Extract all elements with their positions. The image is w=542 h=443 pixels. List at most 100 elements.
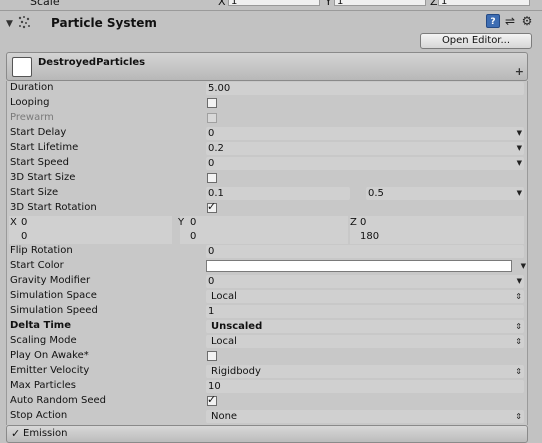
- gravity-modifier-row: Gravity Modifier 0 ▼: [10, 274, 526, 289]
- prewarm-row: Prewarm: [10, 111, 526, 126]
- emission-enabled-checkmark-icon[interactable]: ✓: [11, 427, 20, 440]
- start-color-swatch[interactable]: [206, 260, 512, 272]
- checkmark-icon: ✓: [207, 393, 217, 406]
- start-size-max-field[interactable]: 0.5 ▼: [366, 187, 524, 200]
- emission-title: Emission: [23, 428, 68, 439]
- start-lifetime-label: Start Lifetime: [10, 142, 79, 153]
- max-particles-field[interactable]: 10: [206, 380, 524, 393]
- chevron-down-icon[interactable]: ▼: [517, 157, 522, 170]
- rotation-y-field[interactable]: Y 0 0: [178, 216, 348, 244]
- chevron-down-icon[interactable]: ▼: [517, 187, 522, 200]
- scaling-mode-label: Scaling Mode: [10, 335, 77, 346]
- simulation-space-label: Simulation Space: [10, 290, 97, 301]
- particle-system-header: ▼ Particle System ? ⇌ ⚙ Open Editor...: [0, 10, 542, 50]
- chevron-down-icon[interactable]: ▼: [517, 275, 522, 288]
- emission-module-header[interactable]: ✓ Emission: [6, 425, 528, 443]
- scale-z-field[interactable]: 1: [438, 0, 530, 7]
- flip-rotation-field[interactable]: 0: [206, 245, 524, 258]
- open-editor-button[interactable]: Open Editor...: [420, 33, 532, 49]
- rotation-x-label: X: [10, 217, 17, 228]
- rotation-x-field[interactable]: X 0 0: [9, 216, 172, 244]
- start-size-row: Start Size 0.1 0.5 ▼: [10, 186, 526, 201]
- start-rotation-3d-row: 3D Start Rotation ✓: [10, 200, 526, 216]
- scale-x-label: X: [218, 0, 226, 8]
- emitter-velocity-dropdown[interactable]: Rigidbody ⇕: [206, 365, 524, 378]
- gravity-modifier-field[interactable]: 0 ▼: [206, 275, 524, 288]
- settings-sliders-icon[interactable]: ⇌: [503, 14, 517, 28]
- flip-rotation-label: Flip Rotation: [10, 245, 73, 256]
- prewarm-checkbox: [207, 113, 217, 123]
- scale-y-label: Y: [325, 0, 332, 8]
- delta-time-row: Delta Time Unscaled ⇕: [10, 319, 526, 334]
- prewarm-label: Prewarm: [10, 112, 54, 123]
- chevron-down-icon[interactable]: ▼: [517, 127, 522, 140]
- updown-arrows-icon: ⇕: [515, 412, 522, 421]
- module-preview-swatch: [12, 57, 32, 77]
- scaling-mode-row: Scaling Mode Local ⇕: [10, 334, 526, 349]
- chevron-down-icon[interactable]: ▼: [521, 260, 526, 273]
- chevron-down-icon[interactable]: ▼: [517, 142, 522, 155]
- scale-row: Scale X 1 Y 1 Z 1: [0, 0, 542, 10]
- simulation-speed-row: Simulation Speed 1: [10, 304, 526, 319]
- looping-label: Looping: [10, 97, 50, 108]
- start-size-3d-checkbox[interactable]: [207, 173, 217, 183]
- start-delay-label: Start Delay: [10, 127, 67, 138]
- play-on-awake-checkbox[interactable]: [207, 351, 217, 361]
- start-delay-field[interactable]: 0 ▼: [206, 127, 524, 140]
- updown-arrows-icon: ⇕: [515, 367, 522, 376]
- stop-action-label: Stop Action: [10, 410, 68, 421]
- start-lifetime-field[interactable]: 0.2 ▼: [206, 142, 524, 155]
- looping-checkbox[interactable]: [207, 98, 217, 108]
- simulation-space-row: Simulation Space Local ⇕: [10, 289, 526, 304]
- emitter-velocity-label: Emitter Velocity: [10, 365, 90, 376]
- simulation-speed-label: Simulation Speed: [10, 305, 98, 316]
- simulation-space-dropdown[interactable]: Local ⇕: [206, 290, 524, 303]
- updown-arrows-icon: ⇕: [515, 337, 522, 346]
- delta-time-label: Delta Time: [10, 320, 71, 331]
- scale-x-field[interactable]: 1: [228, 0, 320, 7]
- auto-random-seed-label: Auto Random Seed: [10, 395, 106, 406]
- duration-label: Duration: [10, 82, 54, 93]
- rotation-z-label: Z: [350, 217, 357, 228]
- start-speed-field[interactable]: 0 ▼: [206, 157, 524, 170]
- start-size-3d-label: 3D Start Size: [10, 172, 76, 183]
- start-size-label: Start Size: [10, 187, 59, 198]
- scaling-mode-dropdown[interactable]: Local ⇕: [206, 335, 524, 348]
- stop-action-row: Stop Action None ⇕: [10, 409, 526, 424]
- main-module-header[interactable]: DestroyedParticles +: [6, 52, 528, 81]
- start-rotation-xyz: X 0 0 Y 0 0 Z 0 180: [9, 216, 526, 244]
- updown-arrows-icon: ⇕: [515, 322, 522, 331]
- checkmark-icon: ✓: [207, 200, 217, 213]
- gravity-modifier-label: Gravity Modifier: [10, 275, 91, 286]
- looping-row: Looping: [10, 96, 526, 111]
- auto-random-seed-row: Auto Random Seed ✓: [10, 393, 526, 409]
- scale-y-field[interactable]: 1: [334, 0, 426, 7]
- duration-field[interactable]: 5.00: [206, 82, 524, 95]
- module-title: DestroyedParticles: [38, 57, 146, 68]
- emitter-velocity-row: Emitter Velocity Rigidbody ⇕: [10, 364, 526, 379]
- particle-system-icon: [18, 16, 30, 29]
- stop-action-dropdown[interactable]: None ⇕: [206, 410, 524, 423]
- flip-rotation-row: Flip Rotation 0: [10, 244, 526, 259]
- gear-icon[interactable]: ⚙: [520, 14, 534, 28]
- help-icon[interactable]: ?: [486, 14, 500, 28]
- start-speed-row: Start Speed 0 ▼: [10, 156, 526, 171]
- start-lifetime-row: Start Lifetime 0.2 ▼: [10, 141, 526, 156]
- play-on-awake-label: Play On Awake*: [10, 350, 89, 361]
- add-module-icon[interactable]: +: [515, 65, 524, 78]
- start-speed-label: Start Speed: [10, 157, 69, 168]
- start-size-3d-row: 3D Start Size: [10, 171, 526, 186]
- rotation-z-field[interactable]: Z 0 180: [350, 216, 524, 244]
- rotation-y-label: Y: [178, 217, 185, 228]
- start-color-label: Start Color: [10, 260, 64, 271]
- component-title: Particle System: [51, 16, 157, 30]
- scale-label: Scale: [30, 0, 60, 8]
- foldout-arrow-icon[interactable]: ▼: [6, 19, 13, 29]
- start-size-min-field[interactable]: 0.1: [206, 187, 350, 200]
- play-on-awake-row: Play On Awake*: [10, 349, 526, 364]
- delta-time-dropdown[interactable]: Unscaled ⇕: [206, 320, 524, 333]
- updown-arrows-icon: ⇕: [515, 292, 522, 301]
- start-color-row: Start Color ▼: [10, 259, 526, 274]
- simulation-speed-field[interactable]: 1: [206, 305, 524, 318]
- max-particles-row: Max Particles 10: [10, 379, 526, 394]
